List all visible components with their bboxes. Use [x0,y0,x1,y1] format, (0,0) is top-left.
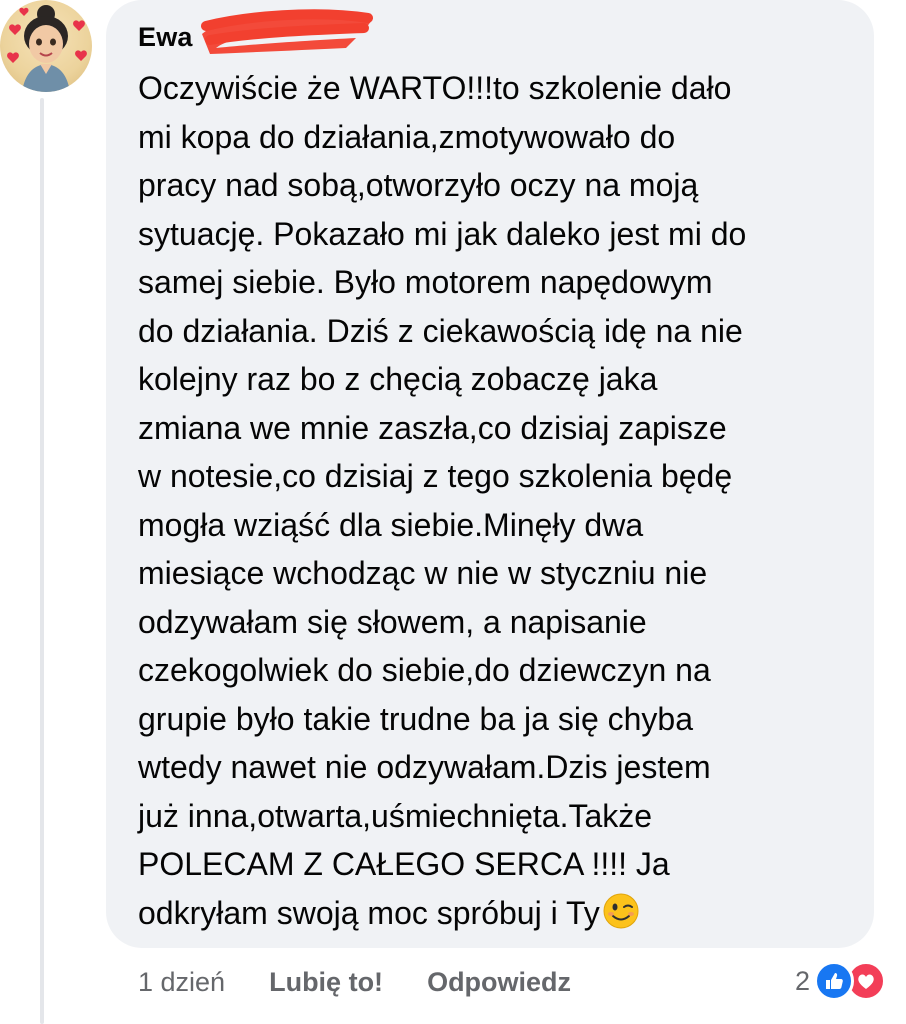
comment-body: Oczywiście że WARTO!!!to szkolenie dało … [138,70,747,931]
like-button[interactable]: Lubię to! [269,967,383,998]
avatar-illustration [7,5,87,92]
reaction-summary[interactable]: 2 [795,958,886,1004]
thread-line [40,98,44,1024]
redaction-scribble [201,9,373,54]
author-row: Ewa [138,20,193,60]
reaction-count: 2 [794,965,810,996]
reply-button[interactable]: Odpowiedz [427,967,571,998]
avatar[interactable] [0,0,92,92]
like-icon [814,961,854,1001]
comment-text: Oczywiście że WARTO!!!to szkolenie dało … [138,64,858,937]
author-name[interactable]: Ewa [138,22,193,52]
comment-screen: Ewa Oczywiście że WARTO!!!to szkolenie d… [0,0,906,1024]
comment-actions: 1 dzień Lubię to! Odpowiedz [138,960,571,1004]
winking-face-emoji [602,892,640,930]
timestamp-link[interactable]: 1 dzień [138,967,225,998]
